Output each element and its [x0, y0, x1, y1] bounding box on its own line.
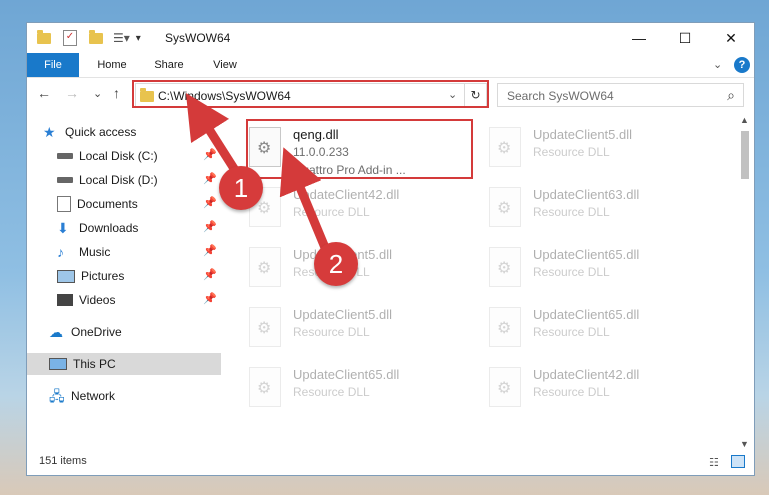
arrow-to-file	[279, 147, 331, 252]
step-2-badge: 2	[314, 242, 358, 286]
annotation-arrows	[185, 93, 331, 252]
step-1-badge: 1	[219, 166, 263, 210]
